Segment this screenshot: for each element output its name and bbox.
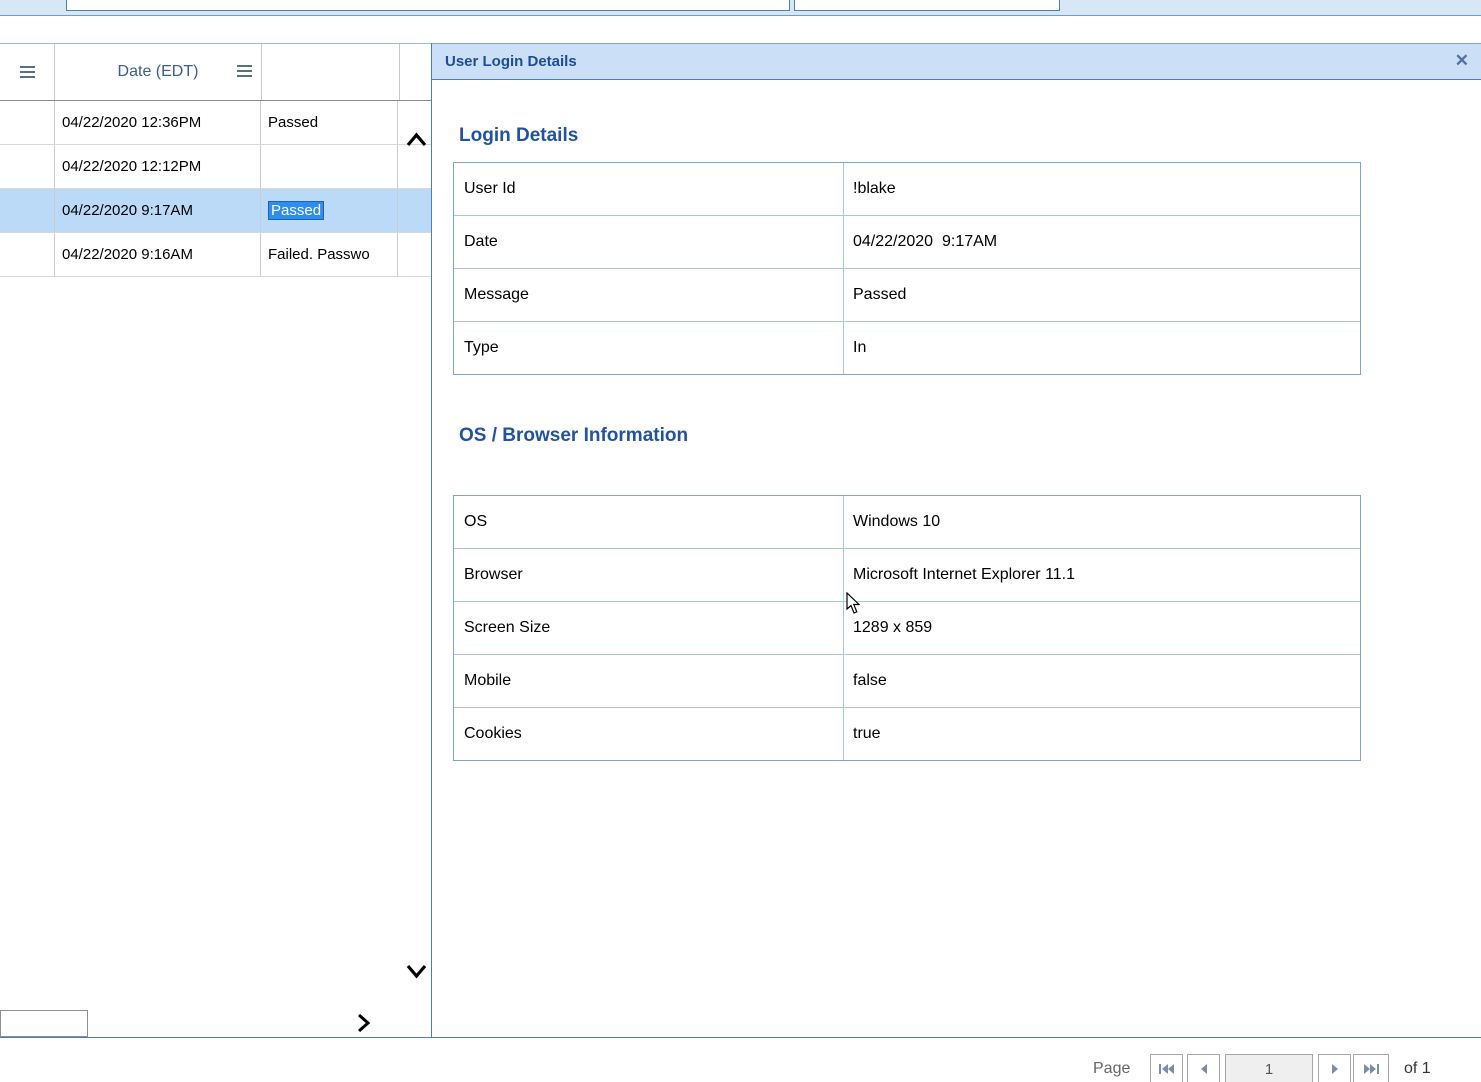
grid-header-date[interactable]: Date (EDT) bbox=[55, 44, 262, 100]
close-icon[interactable]: ✕ bbox=[1455, 51, 1469, 71]
row-spacer bbox=[398, 233, 431, 276]
panel-title: User Login Details bbox=[445, 53, 577, 70]
field-value: In bbox=[853, 339, 867, 356]
prev-page-icon bbox=[1200, 1064, 1207, 1074]
table-row: OS Windows 10 bbox=[454, 496, 1360, 549]
row-handle-cell bbox=[0, 101, 55, 144]
first-page-button[interactable] bbox=[1150, 1054, 1183, 1082]
selected-status-text[interactable]: Passed bbox=[268, 201, 325, 220]
field-value: Windows 10 bbox=[853, 513, 941, 530]
row-date-cell[interactable]: 04/22/2020 9:17AM bbox=[55, 189, 261, 232]
table-row: Type In bbox=[454, 322, 1360, 374]
login-details-table: User Id !blake Date 04/22/2020 9:17AM Me… bbox=[453, 162, 1361, 375]
field-label: Date bbox=[454, 216, 844, 268]
field-value: Microsoft Internet Explorer 11.1 bbox=[853, 566, 1076, 583]
table-row-selected[interactable]: 04/22/2020 9:17AM Passed bbox=[0, 189, 431, 233]
field-value: !blake bbox=[853, 180, 896, 197]
field-value: false bbox=[853, 672, 887, 689]
table-row: Mobile false bbox=[454, 655, 1360, 708]
table-row[interactable]: 04/22/2020 12:12PM bbox=[0, 145, 431, 189]
scroll-right-icon[interactable] bbox=[352, 1012, 374, 1034]
grid-header: Date (EDT) bbox=[0, 43, 431, 101]
panel-header: User Login Details ✕ bbox=[432, 43, 1481, 80]
filter-input-2[interactable] bbox=[794, 0, 1060, 11]
field-label: Browser bbox=[454, 549, 844, 601]
date-column-label: Date (EDT) bbox=[117, 63, 199, 80]
table-row: Cookies true bbox=[454, 708, 1360, 760]
top-filter-bar bbox=[0, 0, 1481, 16]
table-row[interactable]: 04/22/2020 9:16AM Failed. Passwo bbox=[0, 233, 431, 277]
field-value: true bbox=[853, 725, 881, 742]
row-spacer bbox=[398, 189, 431, 232]
row-handle-cell bbox=[0, 189, 55, 232]
login-details-heading: Login Details bbox=[459, 125, 579, 146]
field-label: Screen Size bbox=[454, 602, 844, 654]
grid-header-status[interactable] bbox=[262, 44, 400, 100]
os-browser-table: OS Windows 10 Browser Microsoft Internet… bbox=[453, 495, 1361, 761]
table-row: Screen Size 1289 x 859 bbox=[454, 602, 1360, 655]
page-count-label: of 1 bbox=[1404, 1060, 1431, 1077]
os-browser-heading: OS / Browser Information bbox=[459, 425, 689, 446]
field-value: 1289 x 859 bbox=[853, 619, 933, 636]
table-row: User Id !blake bbox=[454, 163, 1360, 216]
row-date-cell[interactable]: 04/22/2020 9:16AM bbox=[55, 233, 261, 276]
scroll-up-icon[interactable] bbox=[404, 128, 429, 153]
last-page-icon bbox=[1363, 1064, 1379, 1074]
login-history-grid: Date (EDT) 04/22/2020 12:36PM Passed 04/… bbox=[0, 43, 431, 1037]
table-row: Date 04/22/2020 9:17AM bbox=[454, 216, 1360, 269]
row-status-cell[interactable]: Failed. Passwo bbox=[261, 233, 398, 276]
next-page-icon bbox=[1331, 1064, 1338, 1074]
page-label: Page bbox=[1093, 1060, 1131, 1077]
user-login-details-panel: User Login Details ✕ Login Details User … bbox=[431, 43, 1481, 1037]
row-status-cell[interactable]: Passed bbox=[261, 189, 398, 232]
last-page-button[interactable] bbox=[1353, 1054, 1389, 1082]
hscroll-thumb[interactable] bbox=[0, 1010, 88, 1037]
field-label: Cookies bbox=[454, 708, 844, 760]
table-row: Browser Microsoft Internet Explorer 11.1 bbox=[454, 549, 1360, 602]
screen: Date (EDT) 04/22/2020 12:36PM Passed 04/… bbox=[0, 0, 1481, 1082]
prev-page-button[interactable] bbox=[1187, 1054, 1220, 1082]
bottom-divider bbox=[0, 1037, 1481, 1038]
row-handle-cell bbox=[0, 233, 55, 276]
grid-header-menu-cell[interactable] bbox=[0, 44, 55, 100]
first-page-icon bbox=[1159, 1064, 1174, 1074]
field-value: 04/22/2020 9:17AM bbox=[853, 233, 998, 250]
row-date-cell[interactable]: 04/22/2020 12:36PM bbox=[55, 101, 261, 144]
field-label: User Id bbox=[454, 163, 844, 215]
table-row: Message Passed bbox=[454, 269, 1360, 322]
horizontal-scrollbar[interactable] bbox=[0, 1010, 431, 1037]
row-status-cell[interactable]: Passed bbox=[261, 101, 398, 144]
field-label: Mobile bbox=[454, 655, 844, 707]
scroll-down-icon[interactable] bbox=[404, 958, 429, 983]
field-label: OS bbox=[454, 496, 844, 548]
menu-icon[interactable] bbox=[19, 66, 35, 78]
page-number-input[interactable] bbox=[1225, 1054, 1313, 1082]
row-date-cell[interactable]: 04/22/2020 12:12PM bbox=[55, 145, 261, 188]
field-value: Passed bbox=[853, 286, 907, 303]
table-row[interactable]: 04/22/2020 12:36PM Passed bbox=[0, 101, 431, 145]
field-label: Type bbox=[454, 322, 844, 374]
next-page-button[interactable] bbox=[1318, 1054, 1351, 1082]
filter-input-1[interactable] bbox=[66, 0, 790, 11]
column-menu-icon[interactable] bbox=[237, 65, 252, 77]
row-status-cell[interactable] bbox=[261, 145, 398, 188]
field-label: Message bbox=[454, 269, 844, 321]
row-handle-cell bbox=[0, 145, 55, 188]
